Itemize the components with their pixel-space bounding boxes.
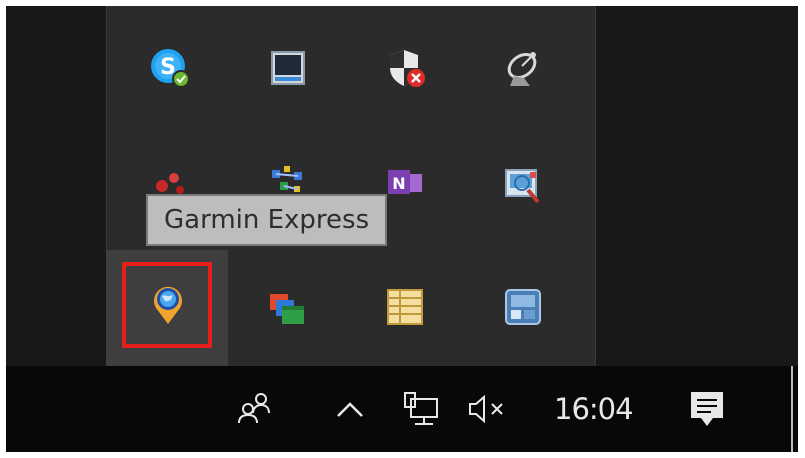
screenshot: S N Garmin Express 16:04 [0, 0, 805, 458]
tooltip: Garmin Express [146, 194, 388, 246]
taskbar: 16:04 [6, 366, 798, 452]
multi-window-icon[interactable] [266, 286, 310, 330]
chevron-up-icon[interactable] [330, 366, 370, 452]
taskbar-edge-divider [791, 366, 793, 452]
satellite-dish-icon[interactable] [502, 46, 546, 90]
skype-icon[interactable]: S [148, 46, 192, 90]
action-center-icon[interactable] [682, 366, 732, 452]
people-icon[interactable] [232, 366, 278, 452]
security-shield-error-icon[interactable] [384, 46, 428, 90]
spreadsheet-icon[interactable] [384, 286, 428, 330]
onenote-icon[interactable]: N [384, 164, 428, 208]
svg-text:N: N [392, 174, 405, 193]
network-icon[interactable] [396, 366, 446, 452]
image-search-icon[interactable] [502, 164, 546, 208]
clock[interactable]: 16:04 [554, 366, 634, 452]
blue-app-icon[interactable] [502, 286, 546, 330]
highlight-box [122, 262, 212, 348]
volume-muted-icon[interactable] [460, 366, 516, 452]
window-app-icon[interactable] [266, 46, 310, 90]
